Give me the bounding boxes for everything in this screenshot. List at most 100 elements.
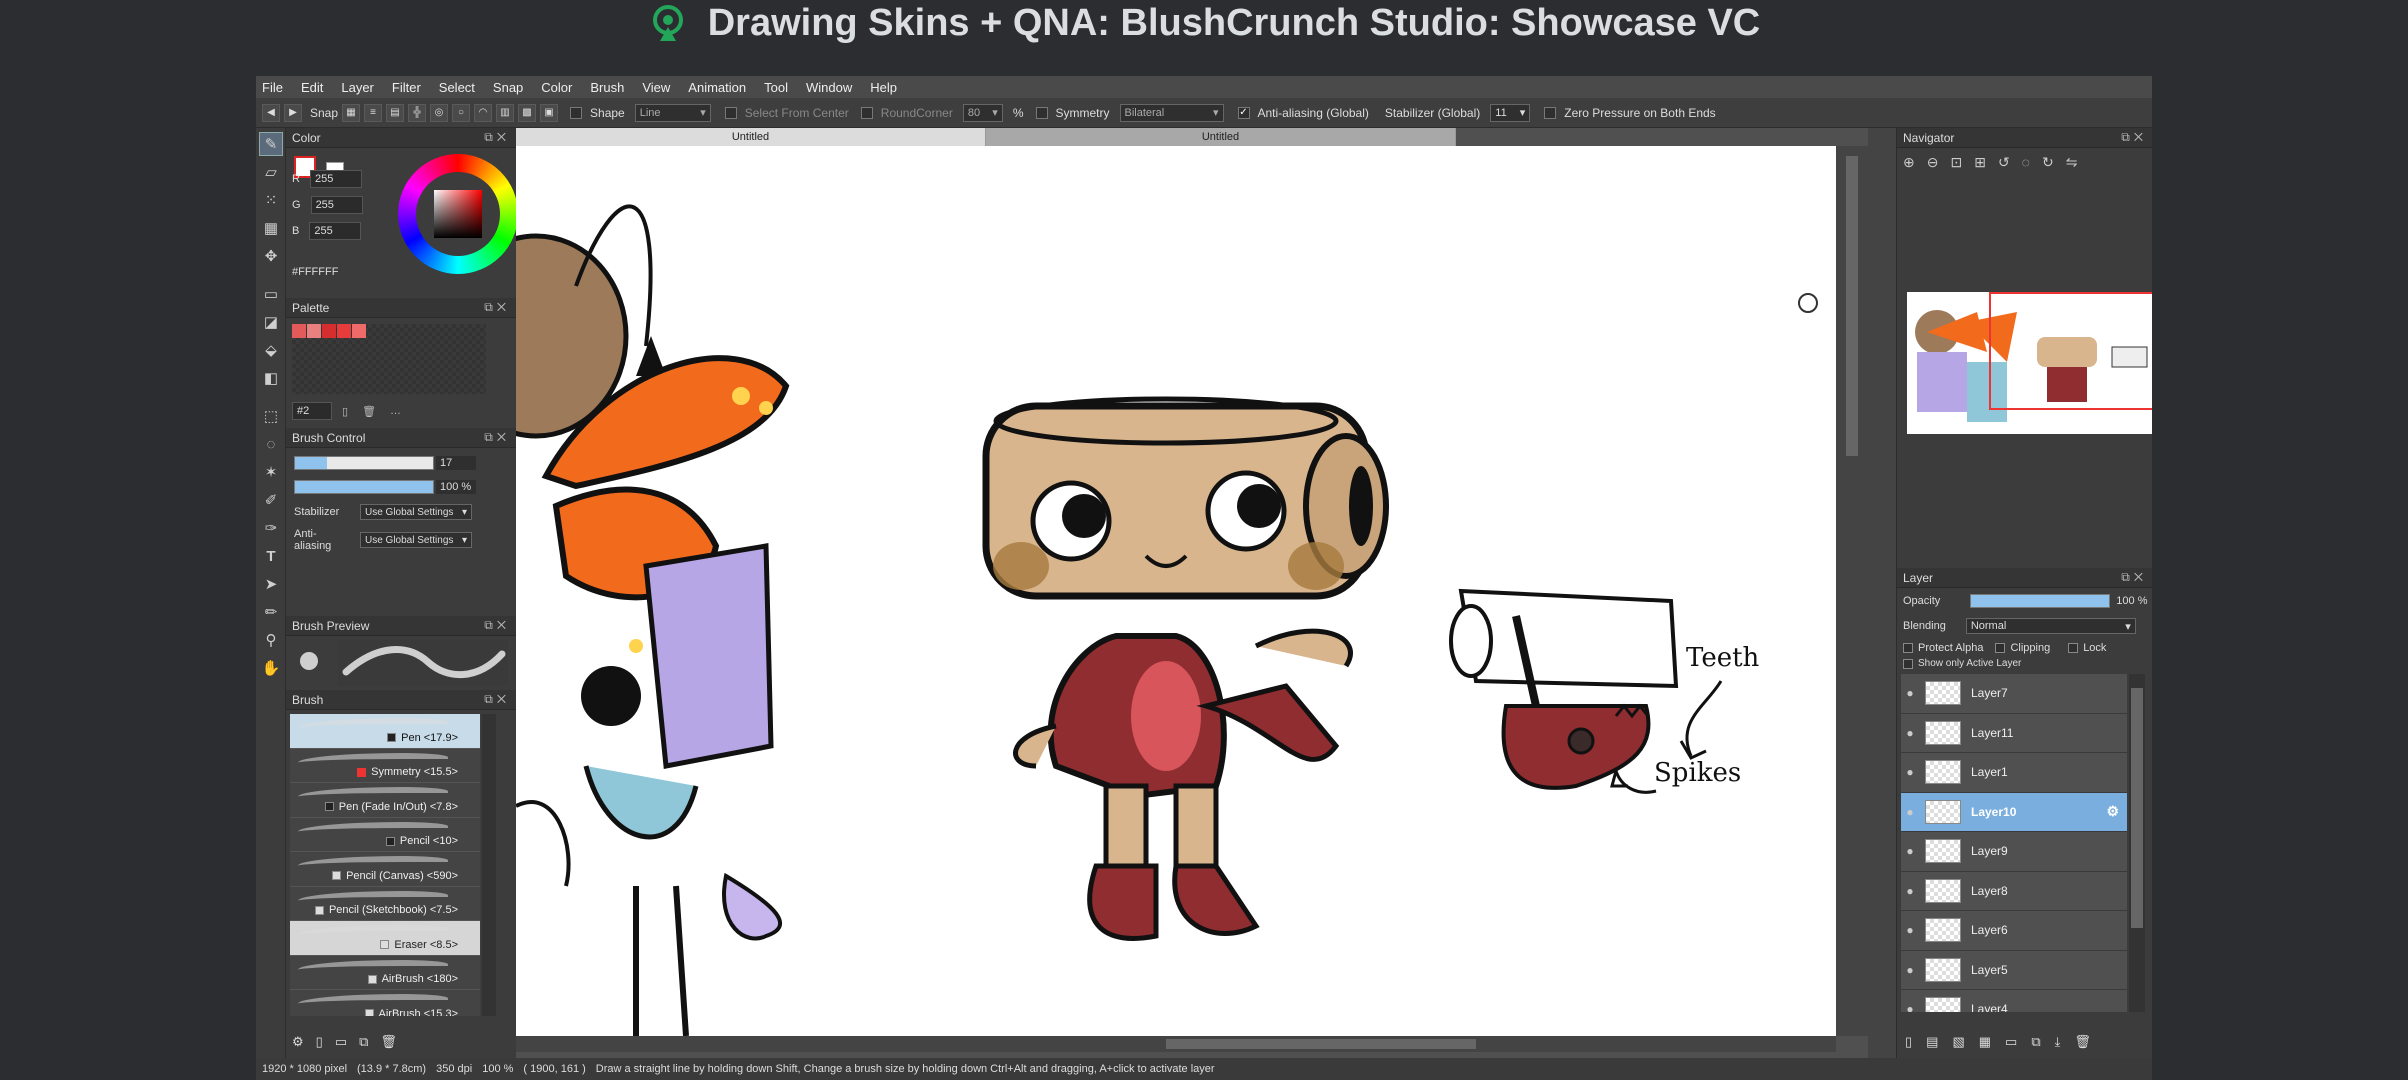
round-corner-input[interactable]: 80 ▾: [962, 103, 1003, 122]
navigator-thumbnail[interactable]: [1907, 292, 2152, 434]
brush-item[interactable]: Symmetry <15.5>: [290, 748, 480, 783]
brush-item[interactable]: Pencil (Sketchbook) <7.5>: [290, 886, 480, 921]
menu-snap[interactable]: Snap: [493, 80, 523, 95]
divide-tool-icon[interactable]: ✏: [259, 600, 283, 624]
menu-filter[interactable]: Filter: [392, 80, 421, 95]
new-8bit-layer-icon[interactable]: ▧: [1952, 1034, 1964, 1050]
shape-select[interactable]: Line ▾: [634, 103, 711, 122]
new-brush-icon[interactable]: ▯: [316, 1034, 323, 1050]
menu-select[interactable]: Select: [439, 80, 475, 95]
tab-document-2[interactable]: Untitled: [986, 128, 1456, 146]
menu-window[interactable]: Window: [806, 80, 852, 95]
new-layer-icon[interactable]: ▯: [1905, 1034, 1912, 1050]
brush-checkbox[interactable]: [332, 871, 342, 880]
lasso-icon[interactable]: ◌: [259, 432, 283, 456]
brush-item[interactable]: Pen <17.9>: [290, 714, 480, 749]
layer-row-active[interactable]: ● Layer10 ⚙: [1901, 792, 2127, 832]
protect-alpha-checkbox[interactable]: [1903, 643, 1913, 653]
select-from-center-checkbox[interactable]: [724, 106, 737, 119]
hex-value[interactable]: #FFFFFF: [292, 266, 338, 278]
select-rect-icon[interactable]: ⬚: [259, 404, 283, 428]
brush-checkbox[interactable]: [314, 905, 324, 915]
operation-tool-icon[interactable]: ➤: [259, 572, 283, 596]
zero-pressure-checkbox[interactable]: [1544, 106, 1557, 119]
menu-animation[interactable]: Animation: [688, 80, 746, 95]
panel-controls-icon[interactable]: ⧉✕: [484, 300, 510, 315]
snap-off-icon[interactable]: ▦: [342, 103, 361, 122]
reset-rotation-icon[interactable]: ◌: [2022, 154, 2030, 171]
duplicate-brush-icon[interactable]: ⧉: [359, 1034, 368, 1050]
rotate-left-icon[interactable]: ↺: [1998, 154, 2010, 171]
magic-wand-icon[interactable]: ✶: [259, 460, 283, 484]
menu-file[interactable]: File: [262, 80, 283, 95]
opacity-value[interactable]: 100 %: [2116, 595, 2147, 607]
layer-row[interactable]: ● Layer9: [1901, 832, 2127, 872]
layer-list-scrollbar[interactable]: [2129, 674, 2145, 1012]
brush-settings-icon[interactable]: ⚙: [292, 1034, 304, 1050]
palette-selector[interactable]: #2: [292, 402, 332, 420]
eyedropper-icon[interactable]: ⚲: [259, 628, 283, 652]
menu-help[interactable]: Help: [870, 80, 897, 95]
shape-checkbox[interactable]: [570, 106, 583, 119]
snap-parallel-icon[interactable]: ≡: [364, 103, 383, 122]
merge-down-icon[interactable]: ⤓: [2055, 1034, 2061, 1050]
actual-size-icon[interactable]: ⊞: [1974, 154, 1986, 171]
palette-swatch[interactable]: [352, 324, 366, 338]
snap-circle-icon[interactable]: ○: [452, 103, 471, 122]
dot-tool-icon[interactable]: ⁙: [259, 188, 283, 212]
visibility-icon[interactable]: ●: [1901, 1002, 1919, 1012]
flip-icon[interactable]: ⇋: [2066, 154, 2078, 171]
grid-tool-icon[interactable]: ▦: [259, 216, 283, 240]
eraser-tool-icon[interactable]: ▱: [259, 160, 283, 184]
visibility-icon[interactable]: ●: [1901, 765, 1919, 779]
snap-curve-icon[interactable]: ◠: [474, 103, 493, 122]
visibility-icon[interactable]: ●: [1901, 884, 1919, 898]
tab-document-1[interactable]: Untitled: [516, 128, 986, 146]
fill-tool-icon[interactable]: ⬙: [259, 338, 283, 362]
brush-item[interactable]: Pencil (Canvas) <590>: [290, 852, 480, 887]
canvas-vertical-scrollbar[interactable]: [1836, 146, 1868, 1036]
show-only-active-checkbox[interactable]: [1903, 658, 1913, 669]
stabilizer-select[interactable]: 11 ▾: [1490, 103, 1531, 122]
visibility-icon[interactable]: ●: [1901, 844, 1919, 858]
layer-settings-icon[interactable]: ⚙: [2106, 803, 2119, 820]
brush-checkbox[interactable]: [357, 767, 367, 777]
stabilizer-select[interactable]: Use Global Settings ▾: [360, 504, 472, 520]
rotate-right-icon[interactable]: ↻: [2042, 154, 2054, 171]
scroll-thumb[interactable]: [1166, 1039, 1476, 1049]
fill-bucket-icon[interactable]: ◪: [259, 310, 283, 334]
brush-list-scrollbar[interactable]: [482, 714, 496, 1016]
new-halftone-layer-icon[interactable]: ▤: [1926, 1034, 1938, 1050]
gradient-tool-icon[interactable]: ◧: [259, 366, 283, 390]
menu-brush[interactable]: Brush: [590, 80, 624, 95]
zoom-in-icon[interactable]: ⊕: [1903, 154, 1915, 171]
symmetry-checkbox[interactable]: [1035, 106, 1048, 119]
symmetry-select[interactable]: Bilateral ▾: [1119, 103, 1224, 122]
saturation-square[interactable]: [434, 190, 482, 238]
brush-checkbox[interactable]: [380, 940, 390, 949]
zoom-out-icon[interactable]: ⊖: [1927, 154, 1939, 171]
new-folder-icon[interactable]: ▭: [2005, 1034, 2017, 1050]
delete-brush-icon[interactable]: 🗑: [380, 1034, 397, 1050]
brush-checkbox[interactable]: [324, 802, 334, 811]
brush-checkbox[interactable]: [367, 974, 377, 984]
snap-cross-icon[interactable]: ╬: [408, 103, 427, 122]
panel-controls-icon[interactable]: ⧉✕: [2121, 130, 2147, 145]
panel-controls-icon[interactable]: ⧉✕: [484, 430, 510, 445]
snap-perspective-icon[interactable]: ▥: [496, 103, 515, 122]
brush-size-slider[interactable]: [294, 456, 434, 470]
brush-checkbox[interactable]: [387, 733, 397, 742]
brush-checkbox[interactable]: [385, 836, 395, 846]
layer-row[interactable]: ● Layer7: [1901, 674, 2127, 714]
layer-row[interactable]: ● Layer5: [1901, 950, 2127, 990]
brush-checkbox[interactable]: [364, 1009, 374, 1016]
menu-layer[interactable]: Layer: [341, 80, 374, 95]
snap-radial-icon[interactable]: ◎: [430, 103, 449, 122]
layer-row[interactable]: ● Layer4: [1901, 990, 2127, 1012]
brush-opacity-slider[interactable]: [294, 480, 434, 494]
brush-opacity-value[interactable]: 100 %: [436, 480, 476, 494]
more-options-icon[interactable]: …: [390, 405, 401, 417]
brush-item[interactable]: Pen (Fade In/Out) <7.8>: [290, 783, 480, 818]
layer-row[interactable]: ● Layer8: [1901, 871, 2127, 911]
palette-grid[interactable]: [292, 324, 486, 394]
